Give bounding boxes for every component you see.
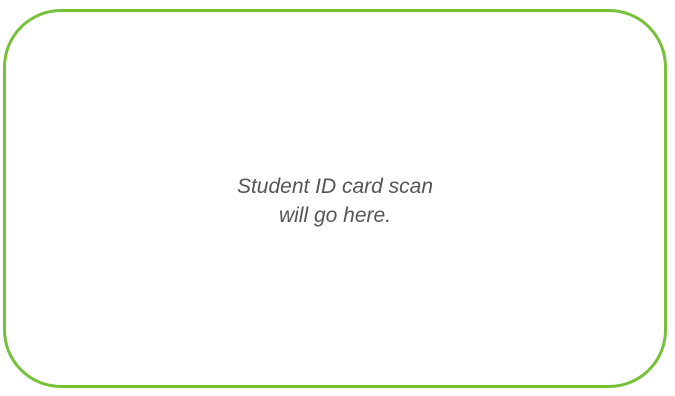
placeholder-line-1: Student ID card scan (236, 174, 434, 198)
student-id-card-dropzone[interactable]: Student ID card scan will go here. (3, 9, 667, 388)
canvas: Student ID card scan will go here. (0, 0, 675, 396)
placeholder-line-2: will go here. (278, 203, 392, 227)
id-card-placeholder: Student ID card scan will go here. (6, 14, 664, 387)
